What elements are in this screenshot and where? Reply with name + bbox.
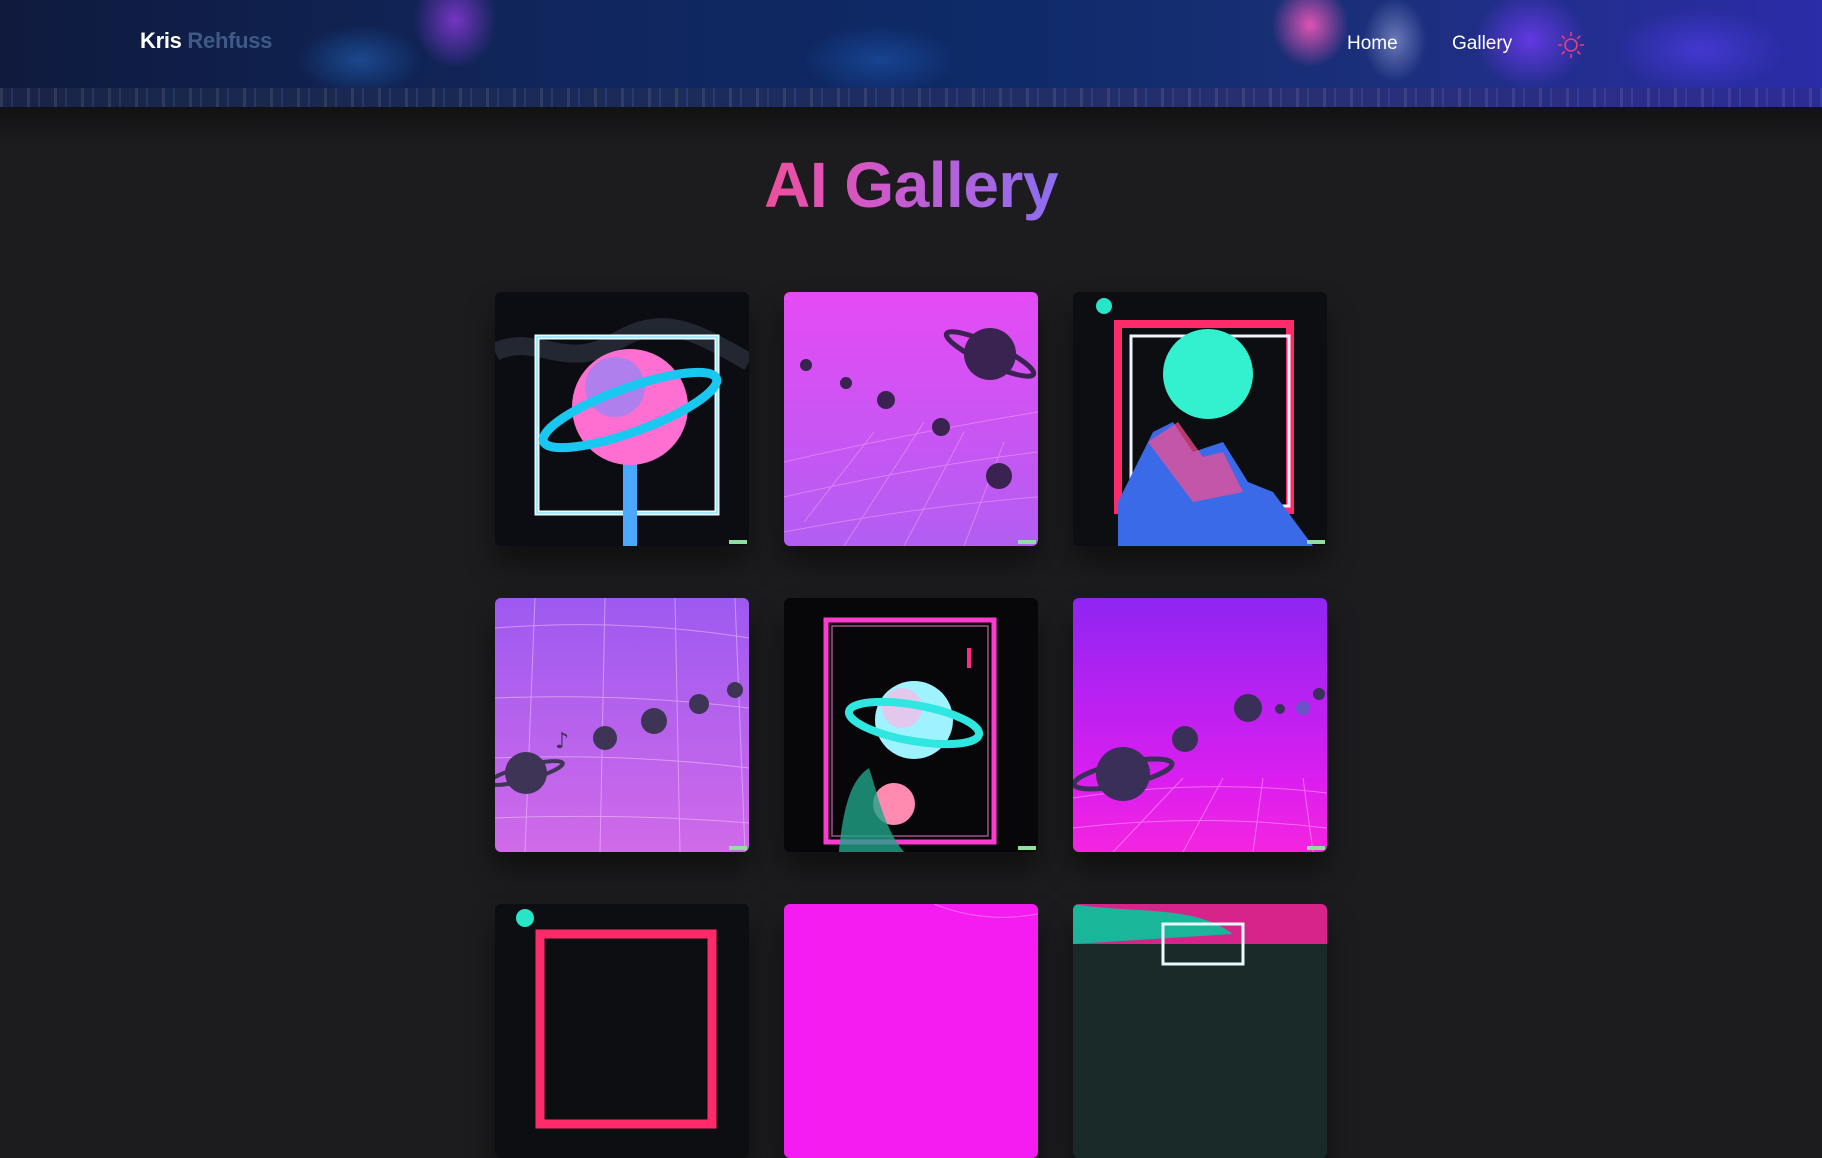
header-banner-strip <box>0 88 1822 107</box>
header-shadow <box>0 107 1822 147</box>
gallery-image-2[interactable] <box>784 292 1038 546</box>
sun-icon <box>1557 31 1585 59</box>
gallery-image-9[interactable] <box>1073 904 1327 1158</box>
gallery-image-7[interactable] <box>495 904 749 1158</box>
theme-toggle-button[interactable] <box>1557 31 1585 59</box>
brand-first-name: Kris <box>140 28 182 53</box>
gallery-image-5[interactable] <box>784 598 1038 852</box>
site-header <box>0 0 1822 107</box>
nav-home-link[interactable]: Home <box>1347 33 1398 55</box>
page-title: AI Gallery <box>0 148 1822 222</box>
gallery-image-3[interactable] <box>1073 292 1327 546</box>
gallery-image-1[interactable] <box>495 292 749 546</box>
brand-last-name: Rehfuss <box>187 28 273 53</box>
nav-gallery-link[interactable]: Gallery <box>1452 33 1512 55</box>
gallery-image-4[interactable]: ♪ <box>495 598 749 852</box>
svg-text:♪: ♪ <box>555 729 569 754</box>
page-title-text: AI Gallery <box>764 149 1058 221</box>
gallery-image-6[interactable] <box>1073 598 1327 852</box>
gallery-image-8[interactable] <box>784 904 1038 1158</box>
brand-logo[interactable]: Kris Rehfuss <box>140 28 272 54</box>
